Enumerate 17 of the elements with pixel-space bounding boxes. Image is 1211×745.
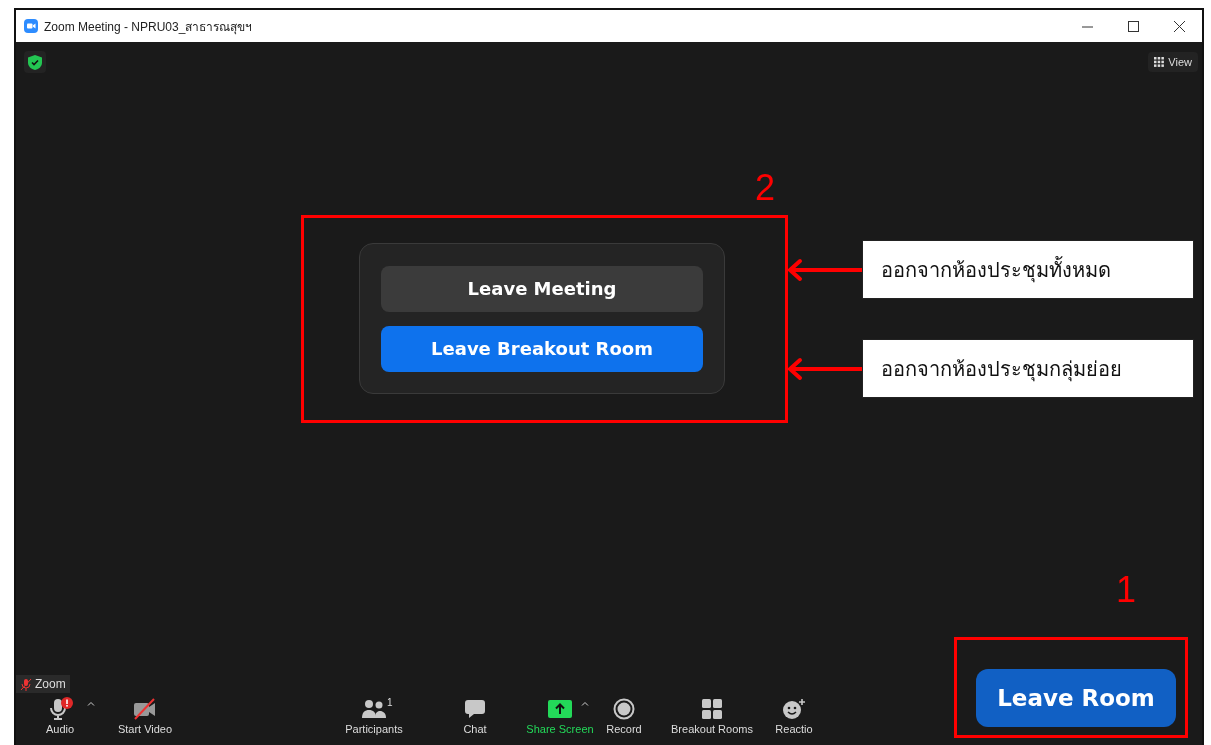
audio-toolbar-button[interactable]: Audio xyxy=(30,693,90,745)
callout-label: ออกจากห้องประชุมทั้งหมด xyxy=(862,240,1194,299)
step-number: 1 xyxy=(1116,572,1137,608)
window-title: Zoom Meeting - NPRU03_สาธารณสุขฯ xyxy=(44,18,253,36)
breakout-toolbar-button[interactable]: Breakout Rooms xyxy=(664,693,760,745)
participant-count: 1 xyxy=(387,697,393,708)
participant-name: Zoom xyxy=(35,677,66,691)
leave-room-button[interactable]: Leave Room xyxy=(976,669,1176,727)
view-button[interactable]: View xyxy=(1148,52,1198,72)
chat-toolbar-button[interactable]: Chat xyxy=(445,693,505,745)
video-toolbar-button[interactable]: Start Video xyxy=(100,693,190,745)
leave-breakout-room-button[interactable]: Leave Breakout Room xyxy=(381,325,703,372)
callout-label: ออกจากห้องประชุมกลุ่มย่อย xyxy=(862,339,1194,398)
participants-toolbar-button[interactable]: 1 Participants xyxy=(334,693,414,745)
step-number: 2 xyxy=(755,170,776,206)
reactions-toolbar-button[interactable]: Reactio xyxy=(769,693,819,745)
leave-meeting-button[interactable]: Leave Meeting xyxy=(381,265,703,312)
